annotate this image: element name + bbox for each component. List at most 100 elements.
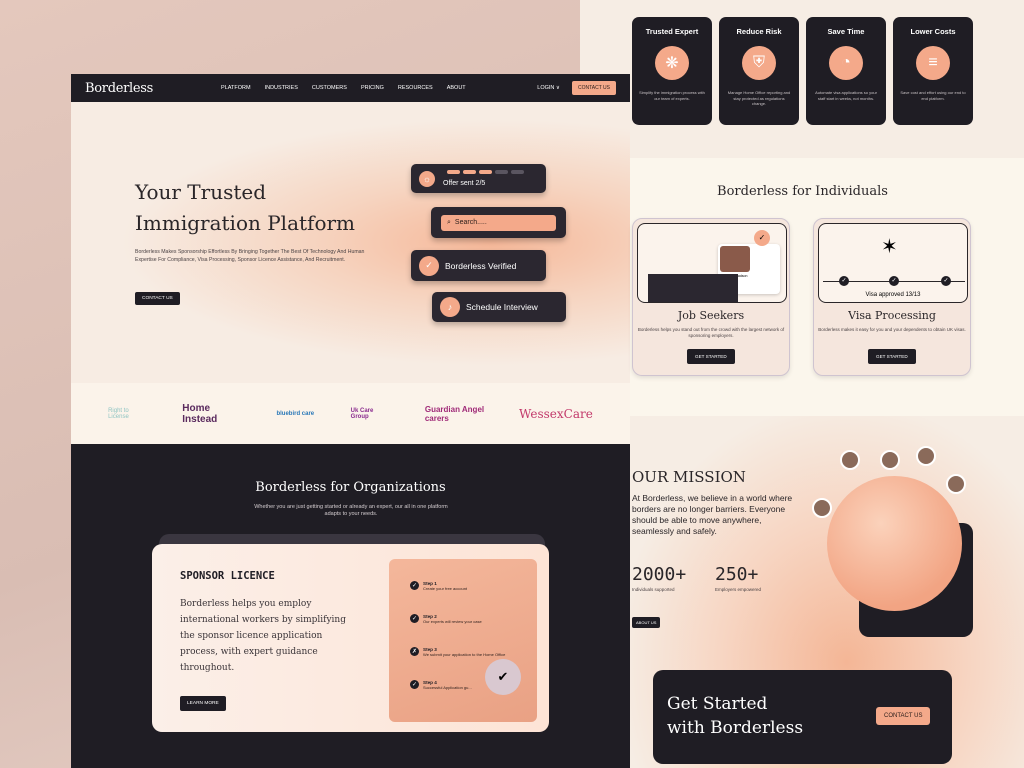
check-icon: ✓ [941,276,951,286]
step-item: ✓ Step 2 Our experts will review your case [410,614,537,647]
org-title: Borderless for Organizations [255,480,446,495]
profile-illustration: Sarah Conradson ✓ [637,223,787,303]
interview-chip: ♪ Schedule Interview [432,292,566,322]
mission-desc: At Borderless, we believe in a world whe… [632,493,793,536]
logo-guardian-angel: Guardian Angel carers [424,404,485,423]
login-link[interactable]: LOGIN ∨ [537,85,560,91]
landing-page: Borderless PLATFORM INDUSTRIES CUSTOMERS… [71,74,630,768]
stat-individuals: 2000+ [632,564,687,585]
hero-title-line2: Immigration Platform [135,211,356,235]
logo[interactable]: Borderless [85,81,153,96]
check-icon: ✓ [410,680,419,689]
logo-uk-care-group: Uk Care Group [350,407,374,420]
card-title: Job Seekers [677,309,745,322]
logo-bluebird-care: bluebird care [276,410,315,417]
customer-logos: Right to License Home Instead bluebird c… [71,383,630,444]
hero-contact-button[interactable]: CONTACT US [135,292,180,305]
visa-processing-card: ✶ ✓ ✓ ✓ Visa approved 13/13 Visa Process… [813,218,971,376]
card-title: Visa Processing [848,309,936,322]
user-tiles [648,274,738,302]
card-desc: Borderless makes it easy for you and you… [818,327,966,332]
clock-icon: ◔ [829,46,863,80]
avatar [916,446,936,466]
stat-individuals-label: Individuals supported [632,587,675,592]
about-us-button[interactable]: ABOUT US [632,617,661,628]
feature-desc: Automate visa applications so your staff… [815,90,877,101]
logo-wessexcare: WessexCare [519,406,593,421]
offer-chip: ☼ Offer sent 2/5 [411,164,546,193]
check-icon: ✓ [839,276,849,286]
nav-resources[interactable]: RESOURCES [398,85,433,91]
nav-platform[interactable]: PLATFORM [221,85,251,91]
feature-tile: Save Time ◔ Automate visa applications s… [806,17,886,125]
stat-employers-label: Employers empowered [715,587,762,592]
avatar [880,450,900,470]
step-text: Create your free account [423,586,468,591]
visa-illustration: ✶ ✓ ✓ ✓ Visa approved 13/13 [818,223,968,303]
bulb-icon: ☼ [419,170,435,187]
sponsor-licence-card: SPONSOR LICENCE Borderless helps you emp… [152,544,549,732]
feature-title: Lower Costs [910,27,956,36]
nav-pricing[interactable]: PRICING [361,85,384,91]
avatar [840,450,860,470]
step-text: Our experts will review your case [423,619,482,624]
avatar [946,474,966,494]
check-icon: ✓ [410,581,419,590]
feature-desc: Simplify the immigration process with ou… [639,90,705,101]
hero-title-line1: Your Trusted [135,180,267,204]
approved-stamp-icon: ✔ [485,659,521,695]
card-text: Borderless helps you employ internationa… [180,599,346,673]
feature-desc: Save cost and effort using our end to en… [900,90,966,101]
step-text: We submit your application to the Home O… [423,652,506,657]
offer-chip-label: Offer sent 2/5 [443,180,486,187]
org-subtitle: Whether you are just getting started or … [254,504,448,517]
feature-title: Save Time [827,27,865,36]
nav-about[interactable]: ABOUT [447,85,466,91]
steps-panel: ✓ Step 1 Create your free account ✓ Step 2O… [389,559,537,722]
navbar: Borderless PLATFORM INDUSTRIES CUSTOMERS… [71,74,630,102]
avatar [720,246,750,272]
nav-customers[interactable]: CUSTOMERS [312,85,347,91]
check-badge-icon: ✓ [754,230,770,246]
logo-right-to-license: Right to License [108,407,129,420]
search-chip: ⌕ Search..... [431,207,566,238]
nav-industries[interactable]: INDUSTRIES [265,85,298,91]
cta-line2: with Borderless [667,718,804,738]
hero-title: Your Trusted Immigration Platform [135,177,355,239]
get-started-banner: Get Started with Borderless CONTACT US [653,670,952,764]
get-started-button[interactable]: GET STARTED [687,349,735,364]
feature-tile: Reduce Risk ⛨ Manage Home Office reporti… [719,17,799,125]
mission-title: OUR MISSION [632,468,746,486]
individuals-section: Borderless for Individuals Sarah Conrads… [630,158,1024,416]
shield-icon: ⛨ [742,46,776,80]
check-icon: ✓ [419,255,439,276]
feature-desc: Manage Home Office reporting and stay pr… [727,90,791,106]
learn-more-button[interactable]: LEARN MORE [180,696,226,711]
verified-chip-label: Borderless Verified [445,260,517,271]
search-field[interactable]: ⌕ Search..... [441,214,556,231]
step-text: Successful Application gu... [423,685,472,690]
search-icon: ⌕ [447,218,451,226]
cta-contact-button[interactable]: CONTACT US [876,707,931,725]
interview-chip-label: Schedule Interview [466,302,538,312]
party-popper-icon: ✶ [881,236,898,258]
logo-home-instead: Home Instead [182,402,218,425]
visa-caption: Visa approved 13/13 [865,292,921,298]
check-icon: ✓ [889,276,899,286]
step-item: ✓ Step 4 Successful Application gu... [410,680,537,713]
organizations-section: Borderless for Organizations Whether you… [71,444,630,768]
feature-title: Reduce Risk [736,27,782,36]
nav-contact-button[interactable]: CONTACT US [571,81,616,95]
card-desc: Borderless helps you stand out from the … [637,327,785,338]
hero-section: Your Trusted Immigration Platform Border… [71,102,630,383]
brain-icon: ❋ [655,46,689,80]
stat-employers: 250+ [715,564,759,585]
coins-icon: ≡ [916,46,950,80]
verified-chip: ✓ Borderless Verified [411,250,546,281]
step-item: ✓ Step 1 Create your free account [410,581,537,614]
nav-links: PLATFORM INDUSTRIES CUSTOMERS PRICING RE… [221,85,466,91]
globe-icon [827,476,962,611]
hero-description: Borderless Makes Sponsorship Effortless … [135,249,365,263]
bell-icon: ♪ [440,297,460,317]
get-started-button[interactable]: GET STARTED [868,349,916,364]
